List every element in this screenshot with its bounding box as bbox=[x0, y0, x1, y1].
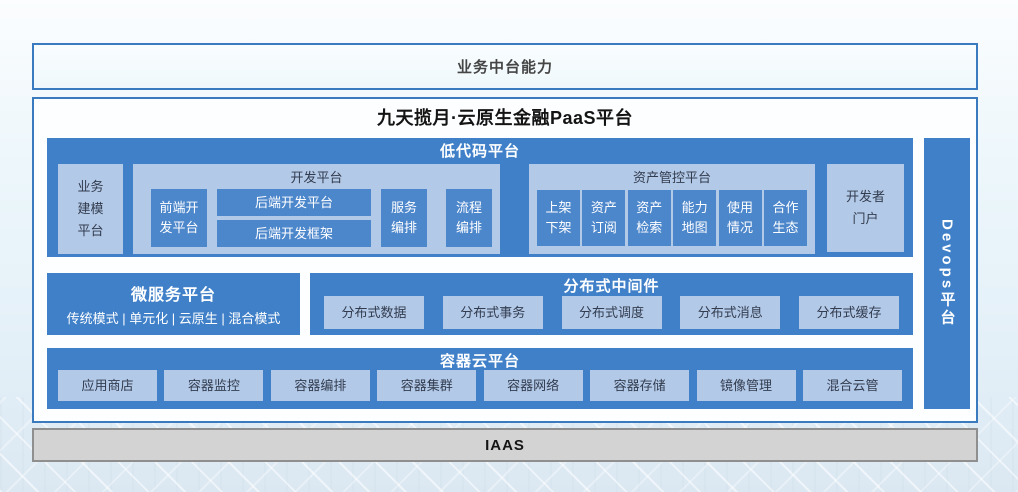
banner-label: 业务中台能力 bbox=[457, 56, 553, 77]
distributed-transaction-box: 分布式事务 bbox=[443, 296, 543, 329]
microservice-modes-label: 传统模式 | 单元化 | 云原生 | 混合模式 bbox=[67, 308, 281, 327]
iaas-layer-bar: IAAS bbox=[32, 428, 978, 462]
capability-map-box: 能力 地图 bbox=[673, 190, 716, 246]
asset-onshelf-offshelf-box: 上架 下架 bbox=[537, 190, 580, 246]
lowcode-platform-title: 低代码平台 bbox=[47, 140, 913, 161]
distributed-scheduling-box: 分布式调度 bbox=[562, 296, 662, 329]
hybrid-cloud-management-box: 混合云管 bbox=[803, 370, 902, 401]
middleware-items-row: 分布式数据 分布式事务 分布式调度 分布式消息 分布式缓存 bbox=[324, 296, 899, 329]
asset-control-platform-group: 资产管控平台 上架 下架 资产 订阅 资产 检索 能力 地图 使用 情况 合作 … bbox=[529, 164, 815, 254]
microservice-platform-title: 微服务平台 bbox=[131, 281, 216, 305]
architecture-diagram: 业务中台能力 九天揽月·云原生金融PaaS平台 低代码平台 业务 建模 平台 开… bbox=[0, 0, 1018, 492]
image-management-box: 镜像管理 bbox=[697, 370, 796, 401]
distributed-message-box: 分布式消息 bbox=[680, 296, 780, 329]
asset-items-row: 上架 下架 资产 订阅 资产 检索 能力 地图 使用 情况 合作 生态 bbox=[537, 190, 807, 246]
paas-platform-box: 九天揽月·云原生金融PaaS平台 低代码平台 业务 建模 平台 开发平台 前端开… bbox=[32, 97, 978, 423]
cooperation-ecosystem-box: 合作 生态 bbox=[764, 190, 807, 246]
distributed-data-box: 分布式数据 bbox=[324, 296, 424, 329]
business-modeling-platform-box: 业务 建模 平台 bbox=[58, 164, 123, 254]
container-cloud-platform-section: 容器云平台 应用商店 容器监控 容器编排 容器集群 容器网络 容器存储 镜像管理… bbox=[47, 348, 913, 409]
backend-dev-group: 后端开发平台 后端开发框架 bbox=[217, 189, 371, 247]
distributed-middleware-title: 分布式中间件 bbox=[310, 275, 913, 296]
backend-dev-framework-box: 后端开发框架 bbox=[217, 220, 371, 247]
microservice-platform-section: 微服务平台 传统模式 | 单元化 | 云原生 | 混合模式 bbox=[47, 273, 300, 335]
asset-subscription-box: 资产 订阅 bbox=[582, 190, 625, 246]
developer-portal-box: 开发者 门户 bbox=[827, 164, 904, 252]
dev-platform-title: 开发平台 bbox=[133, 167, 500, 186]
app-store-box: 应用商店 bbox=[58, 370, 157, 401]
iaas-label: IAAS bbox=[485, 437, 525, 454]
platform-title: 九天揽月·云原生金融PaaS平台 bbox=[34, 104, 976, 130]
container-storage-box: 容器存储 bbox=[590, 370, 689, 401]
devops-platform-bar: Devops平台 bbox=[924, 138, 970, 409]
container-cloud-platform-title: 容器云平台 bbox=[47, 350, 913, 371]
container-network-box: 容器网络 bbox=[484, 370, 583, 401]
distributed-middleware-section: 分布式中间件 分布式数据 分布式事务 分布式调度 分布式消息 分布式缓存 bbox=[310, 273, 913, 335]
asset-control-platform-title: 资产管控平台 bbox=[529, 167, 815, 186]
frontend-dev-platform-box: 前端开 发平台 bbox=[151, 189, 207, 247]
business-middle-platform-banner: 业务中台能力 bbox=[32, 43, 978, 90]
container-monitoring-box: 容器监控 bbox=[164, 370, 263, 401]
asset-search-box: 资产 检索 bbox=[628, 190, 671, 246]
container-cluster-box: 容器集群 bbox=[377, 370, 476, 401]
service-orchestration-box: 服务 编排 bbox=[381, 189, 427, 247]
process-orchestration-box: 流程 编排 bbox=[446, 189, 492, 247]
dev-platform-group: 开发平台 前端开 发平台 后端开发平台 后端开发框架 服务 编排 流程 编排 bbox=[133, 164, 500, 254]
container-cloud-items-row: 应用商店 容器监控 容器编排 容器集群 容器网络 容器存储 镜像管理 混合云管 bbox=[58, 370, 902, 401]
lowcode-platform-section: 低代码平台 业务 建模 平台 开发平台 前端开 发平台 后端开发平台 后端开发框… bbox=[47, 138, 913, 257]
container-orchestration-box: 容器编排 bbox=[271, 370, 370, 401]
distributed-cache-box: 分布式缓存 bbox=[799, 296, 899, 329]
backend-dev-platform-box: 后端开发平台 bbox=[217, 189, 371, 216]
usage-status-box: 使用 情况 bbox=[719, 190, 762, 246]
